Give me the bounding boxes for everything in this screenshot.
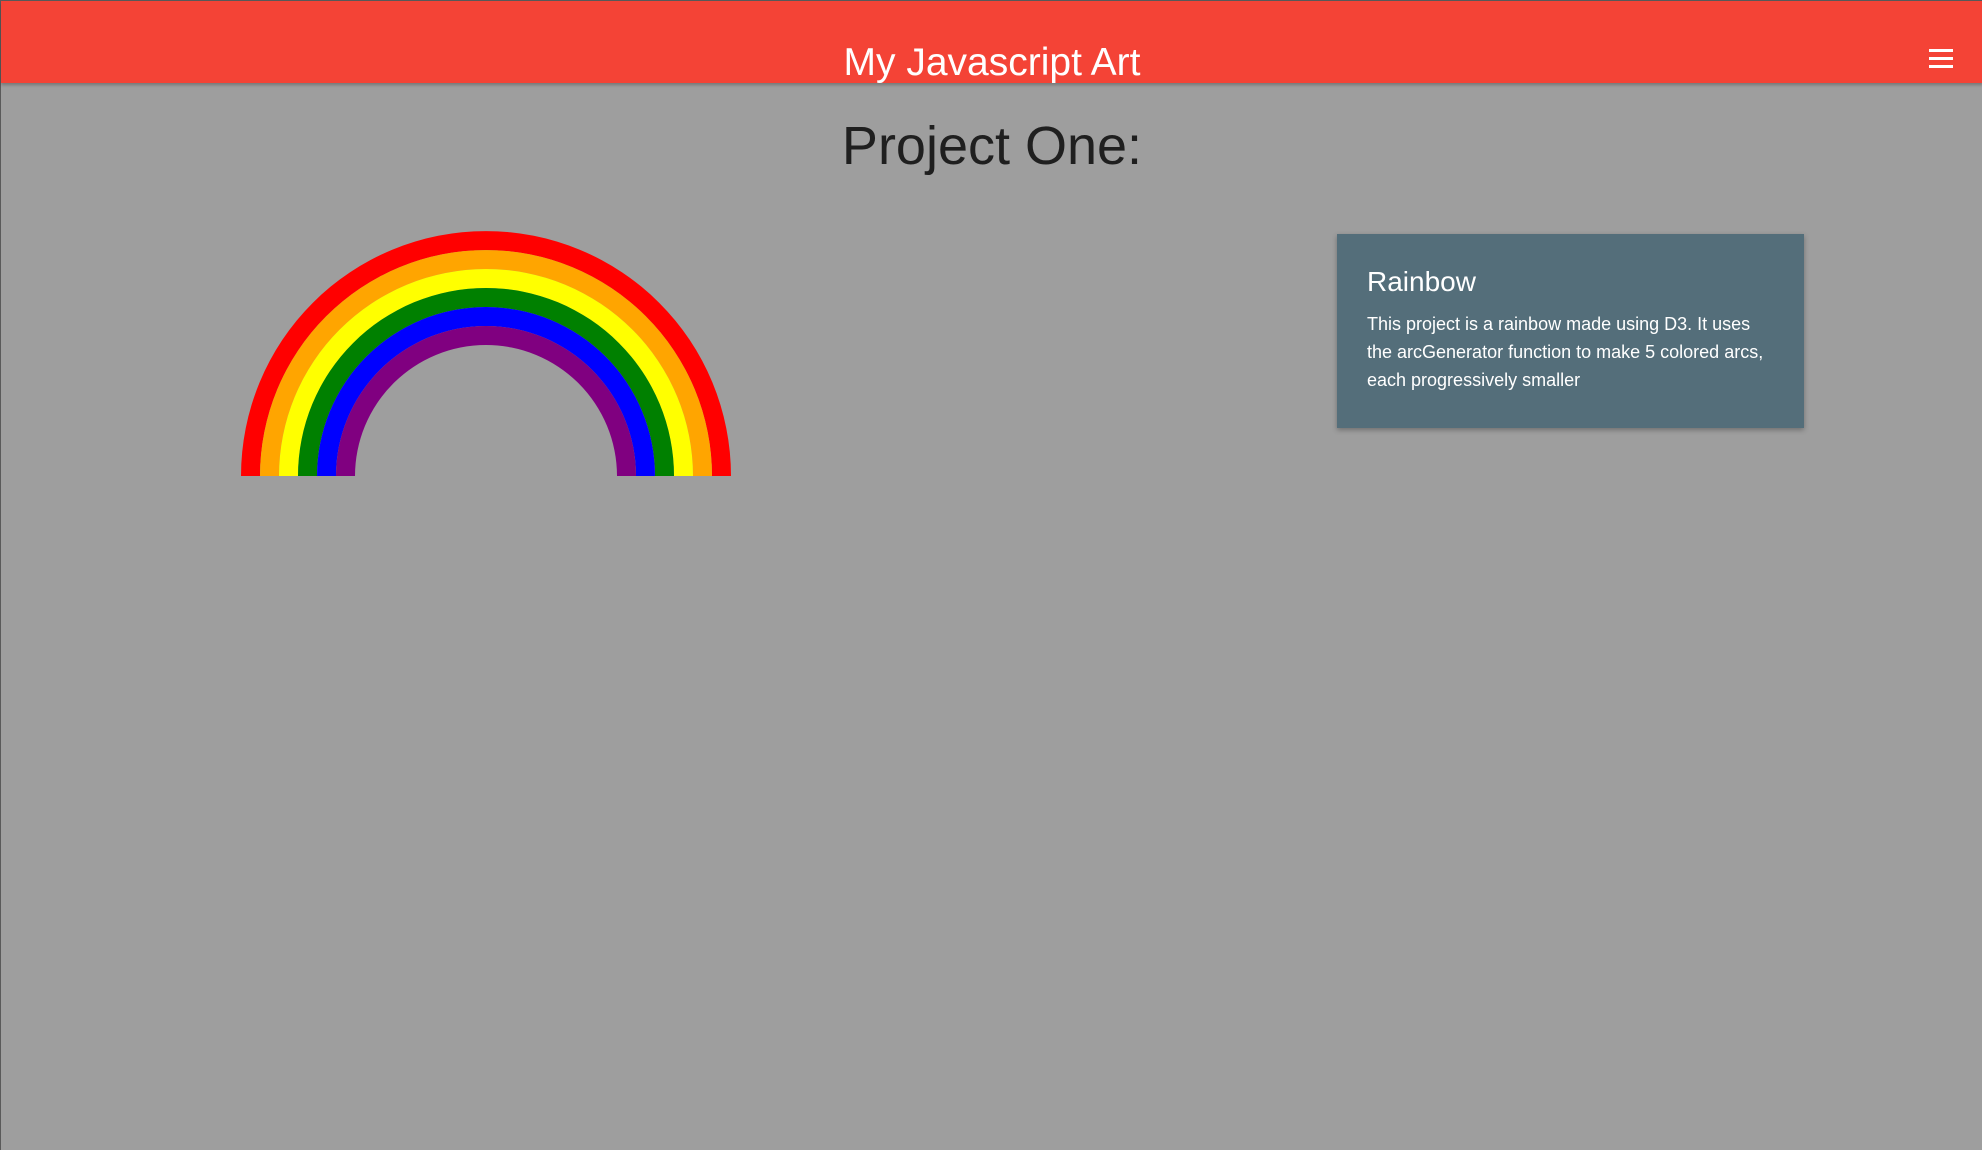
site-title[interactable]: My Javascript Art bbox=[1, 39, 1982, 87]
menu-bar bbox=[1929, 65, 1953, 68]
card-description: This project is a rainbow made using D3.… bbox=[1367, 314, 1764, 390]
menu-bar bbox=[1929, 57, 1953, 60]
top-navbar: My Javascript Art bbox=[1, 1, 1982, 84]
rainbow-artwork bbox=[241, 231, 731, 476]
menu-bar bbox=[1929, 49, 1953, 52]
page-title: Project One: bbox=[841, 116, 1143, 176]
project-card: Rainbow This project is a rainbow made u… bbox=[1337, 234, 1804, 428]
hamburger-menu-icon[interactable] bbox=[1927, 49, 1955, 71]
card-title: Rainbow bbox=[1367, 266, 1476, 297]
